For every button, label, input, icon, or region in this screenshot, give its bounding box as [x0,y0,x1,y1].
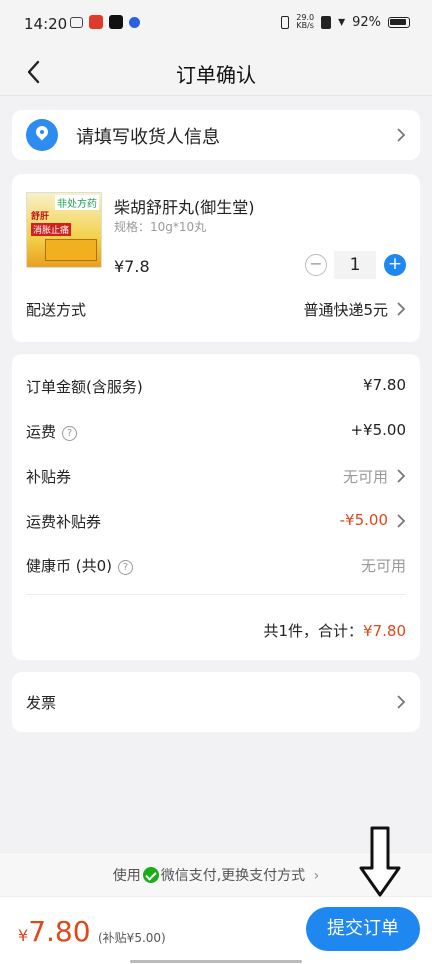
health-coin-value: 无可用 [360,557,406,575]
baidu-icon [129,16,140,28]
chevron-right-icon[interactable] [396,513,406,529]
divider [26,594,406,595]
payment-hint-suffix: 微信支付,更换支付方式 [160,868,306,884]
submit-order-button[interactable]: 提交订单 [306,907,420,951]
subsidy-note: (补贴¥5.00) [98,931,166,945]
status-right: 29.0 KB/s ▾ 92% [281,14,410,30]
chevron-right-icon [397,128,406,142]
sim-off-icon [321,15,332,29]
order-amount-label: 订单金额(含服务) [26,378,143,396]
chevron-right-icon[interactable] [396,301,406,317]
quantity-increase-button[interactable]: + [384,254,406,276]
chevron-right-icon [397,695,406,709]
product-image[interactable]: 非处方药 舒肝 消胀止痛 [26,192,102,268]
payment-hint-prefix: 使用 [112,868,141,884]
product-card: 非处方药 舒肝 消胀止痛 柴胡舒肝丸(御生堂) 规格：10g*10丸 ¥7.8 … [12,174,420,342]
shipping-label: 配送方式 [26,301,87,319]
chevron-right-icon[interactable] [396,468,406,484]
product-box-graphic [45,239,97,261]
home-indicator[interactable] [130,960,302,963]
tiktok-icon [109,15,123,29]
quantity-decrease-button[interactable]: − [305,254,327,276]
page-title: 订单确认 [176,63,256,87]
quantity-value[interactable]: 1 [334,251,376,279]
product-spec: 规格：10g*10丸 [114,220,207,234]
currency-symbol: ¥ [18,926,29,945]
freight-row: 运费? [26,421,78,442]
wechat-pay-icon [142,867,159,883]
freight-subsidy-value[interactable]: -¥5.00 [340,511,388,529]
total-amount: ¥7.80 [363,622,406,640]
net-speed: 29.0 KB/s [296,13,315,30]
product-image-text: 消胀止痛 [31,223,72,236]
vibrate-icon [281,15,290,29]
otc-tag: 非处方药 [55,195,99,210]
location-icon [26,119,58,151]
invoice-label: 发票 [26,694,57,712]
wifi-icon: ▾ [338,14,346,30]
product-image-text: 舒肝 [31,212,50,222]
address-prompt: 请填写收货人信息 [76,127,220,148]
health-coin-row: 健康币 (共0)? [26,555,134,576]
help-icon[interactable]: ? [118,560,134,575]
notification-icons [70,15,140,29]
freight-value: +¥5.00 [350,421,406,439]
order-amount-value: ¥7.80 [363,376,406,394]
subsidy-coupon-label: 补贴券 [26,468,72,486]
order-total: 共1件，合计：¥7.80 [264,620,407,641]
freight-subsidy-label: 运费补贴券 [26,513,102,531]
app-badge-icon [89,15,103,29]
total-prefix: 共1件，合计： [263,622,364,640]
down-arrow-annotation [359,826,401,897]
shipping-method[interactable]: 普通快递5元 [303,299,388,320]
subsidy-coupon-value[interactable]: 无可用 [343,466,388,487]
health-coin-label: 健康币 (共0) [26,557,113,575]
chevron-right-icon: › [313,868,320,884]
total-number: 7.80 [28,915,91,948]
battery-percent: 92% [352,14,381,30]
help-icon[interactable]: ? [62,426,78,441]
product-name: 柴胡舒肝丸(御生堂) [114,198,255,217]
status-time: 14:20 [24,15,68,33]
message-icon [70,16,83,28]
address-card[interactable]: 请填写收货人信息 [12,110,420,160]
invoice-card[interactable]: 发票 [12,672,420,732]
checkout-bar: ¥7.80 (补贴¥5.00) 提交订单 [0,896,432,964]
battery-icon [388,16,410,28]
fee-summary-card: 订单金额(含服务) ¥7.80 运费? +¥5.00 补贴券 无可用 运费补贴券… [12,354,420,660]
product-price: ¥7.8 [114,257,150,276]
status-bar: 14:20 29.0 KB/s ▾ 92% [0,0,432,50]
nav-bar: 订单确认 [0,50,432,96]
bottom-total-price: ¥7.80 [18,915,91,948]
freight-label: 运费 [26,423,57,441]
